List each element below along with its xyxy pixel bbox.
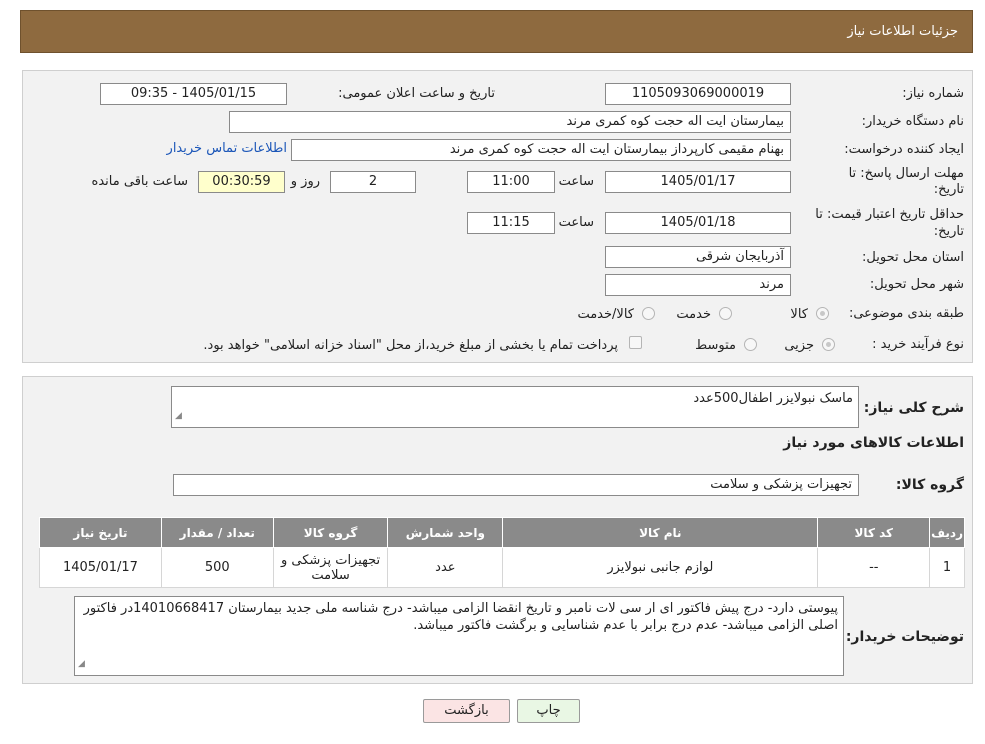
col-quantity: تعداد / مقدار [160,517,274,548]
buyer-notes-label: توضیحات خریدار: [845,629,964,645]
reply-days-field: 2 [330,171,416,193]
goods-table: ردیف کد کالا نام کالا واحد شمارش گروه کا… [39,517,965,588]
goods-info-title: اطلاعات کالاهای مورد نیاز [783,435,964,451]
goods-group-field: تجهیزات پزشکی و سلامت [173,474,859,496]
reply-time-label: ساعت [558,174,594,189]
category-option-goods: کالا [790,307,808,322]
reply-date-field: 1405/01/17 [605,171,791,193]
price-validity-label: حداقل تاریخ اعتبار قیمت: تا [815,207,964,222]
treasury-payment-checkbox[interactable] [629,336,642,349]
table-row: 1 -- لوازم جانبی نبولایزر عدد تجهیزات پز… [39,547,965,588]
col-goods-group: گروه کالا [272,517,389,548]
cell-goods-group: تجهیزات پزشکی و سلامت [272,547,389,588]
validity-time-field: 11:15 [467,212,555,234]
resize-grip-icon[interactable]: ◢ [78,656,85,673]
need-info-panel: شماره نیاز: 1105093069000019 تاریخ و ساع… [22,70,973,363]
category-radio-goods[interactable] [816,307,829,320]
col-goods-code: کد کالا [817,517,931,548]
process-type-label: نوع فرآیند خرید : [872,337,964,352]
treasury-payment-note: پرداخت تمام یا بخشی از مبلغ خرید،از محل … [203,338,618,353]
province-field: آذربایجان شرقی [605,246,791,268]
category-option-service: خدمت [676,307,711,322]
cell-row-number: 1 [929,547,965,588]
cell-quantity: 500 [160,547,274,588]
goods-group-label: گروه کالا: [895,477,964,493]
cell-goods-code: -- [817,547,931,588]
reply-deadline-label-2: تاریخ: [933,182,964,197]
city-field: مرند [605,274,791,296]
process-option-medium: متوسط [695,338,736,353]
creator-field: بهنام مقیمی کارپرداز بیمارستان ایت اله ح… [291,139,791,161]
buyer-org-label: نام دستگاه خریدار: [861,114,964,129]
cell-need-date: 1405/01/17 [39,547,162,588]
col-row-number: ردیف [929,517,965,548]
print-button[interactable]: چاپ [517,699,580,723]
category-radio-goods-service[interactable] [642,307,655,320]
process-radio-minor[interactable] [822,338,835,351]
buyer-contact-link[interactable]: اطلاعات تماس خریدار [167,141,287,156]
remaining-time-field: 00:30:59 [198,171,285,193]
reply-time-field: 11:00 [467,171,555,193]
category-radio-service[interactable] [719,307,732,320]
announce-datetime-field: 1405/01/15 - 09:35 [100,83,287,105]
city-label: شهر محل تحویل: [869,277,964,292]
remaining-label: ساعت باقی مانده [91,174,188,189]
page-title: جزئیات اطلاعات نیاز [20,10,973,53]
need-description-panel: شرح کلی نیاز: ماسک نبولایزر اطفال500عدد … [22,376,973,684]
need-number-label: شماره نیاز: [902,86,964,101]
cell-goods-name: لوازم جانبی نبولایزر [502,547,819,588]
buyer-notes-textarea[interactable]: پیوستی دارد- درج پیش فاکتور ای ار سی لات… [74,596,844,676]
category-label: طبقه بندی موضوعی: [848,306,964,321]
resize-grip-icon[interactable]: ◢ [175,408,182,425]
summary-label: شرح کلی نیاز: [863,400,964,416]
col-goods-name: نام کالا [502,517,819,548]
col-unit: واحد شمارش [387,517,504,548]
summary-text: ماسک نبولایزر اطفال500عدد [693,391,853,406]
validity-time-label: ساعت [558,215,594,230]
province-label: استان محل تحویل: [862,250,964,265]
table-header-row: ردیف کد کالا نام کالا واحد شمارش گروه کا… [39,517,965,548]
back-button[interactable]: بازگشت [423,699,510,723]
validity-date-field: 1405/01/18 [605,212,791,234]
buyer-org-field: بیمارستان ایت اله حجت کوه کمری مرند [229,111,791,133]
summary-textarea[interactable]: ماسک نبولایزر اطفال500عدد ◢ [171,386,859,428]
creator-label: ایجاد کننده درخواست: [844,142,964,157]
days-label: روز و [290,174,320,189]
process-radio-medium[interactable] [744,338,757,351]
cell-unit: عدد [387,547,504,588]
announce-datetime-label: تاریخ و ساعت اعلان عمومی: [338,86,495,101]
buyer-notes-text: پیوستی دارد- درج پیش فاکتور ای ار سی لات… [83,601,838,633]
reply-deadline-label: مهلت ارسال پاسخ: تا [848,166,964,181]
col-need-date: تاریخ نیاز [39,517,162,548]
process-option-minor: جزیی [784,338,814,353]
need-number-field: 1105093069000019 [605,83,791,105]
category-option-goods-service: کالا/خدمت [577,307,634,322]
price-validity-label-2: تاریخ: [933,224,964,239]
